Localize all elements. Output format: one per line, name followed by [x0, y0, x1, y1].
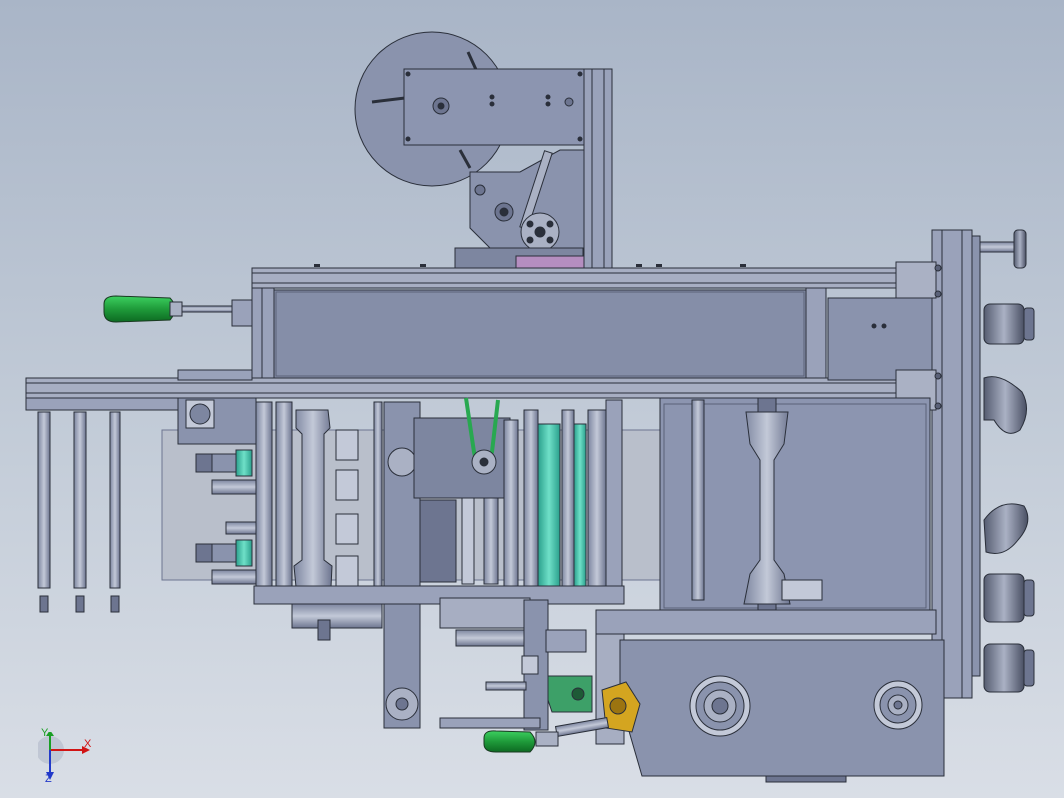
top-aluminium-rail	[251, 267, 941, 289]
reel-upright-column	[583, 68, 613, 270]
teal-roller-group	[523, 399, 623, 601]
upper-cover-panel	[273, 289, 807, 379]
left-green-handle	[103, 295, 253, 327]
adjustment-lever-2	[983, 503, 1029, 554]
axis-y-label: Y	[41, 727, 49, 739]
adjustment-lever-1	[983, 376, 1027, 434]
adjustment-knob-3	[983, 643, 1025, 693]
top-handwheel-shaft	[979, 241, 1015, 253]
upper-frame	[25, 267, 941, 411]
machine-assembly-drawing	[25, 31, 1035, 783]
pink-clamp-block	[515, 255, 585, 270]
teal-roller-2	[573, 423, 587, 589]
reel-mount-plate	[403, 68, 585, 146]
cooling-fan-right	[873, 680, 923, 730]
teal-roller-1	[537, 423, 561, 589]
electrical-cabinet	[619, 639, 945, 783]
left-rod-bank	[37, 411, 121, 613]
adjustment-knob-1	[983, 303, 1025, 345]
axis-x-label: X	[84, 738, 92, 750]
left-handle-grip	[103, 295, 176, 323]
label-reel-assembly	[354, 31, 613, 271]
orientation-triad: X Y Z	[36, 728, 98, 788]
bottom-handle-grip	[483, 730, 536, 753]
axis-z-label: Z	[45, 773, 52, 785]
drive-gearbox	[383, 397, 519, 729]
green-mount-bracket	[547, 675, 593, 713]
right-adjustment-knobs	[979, 229, 1035, 693]
cooling-fan-left	[689, 675, 751, 737]
cad-viewport[interactable]: X Y Z	[0, 0, 1064, 798]
middle-rail	[25, 377, 937, 399]
adjustment-knob-2	[983, 573, 1025, 623]
